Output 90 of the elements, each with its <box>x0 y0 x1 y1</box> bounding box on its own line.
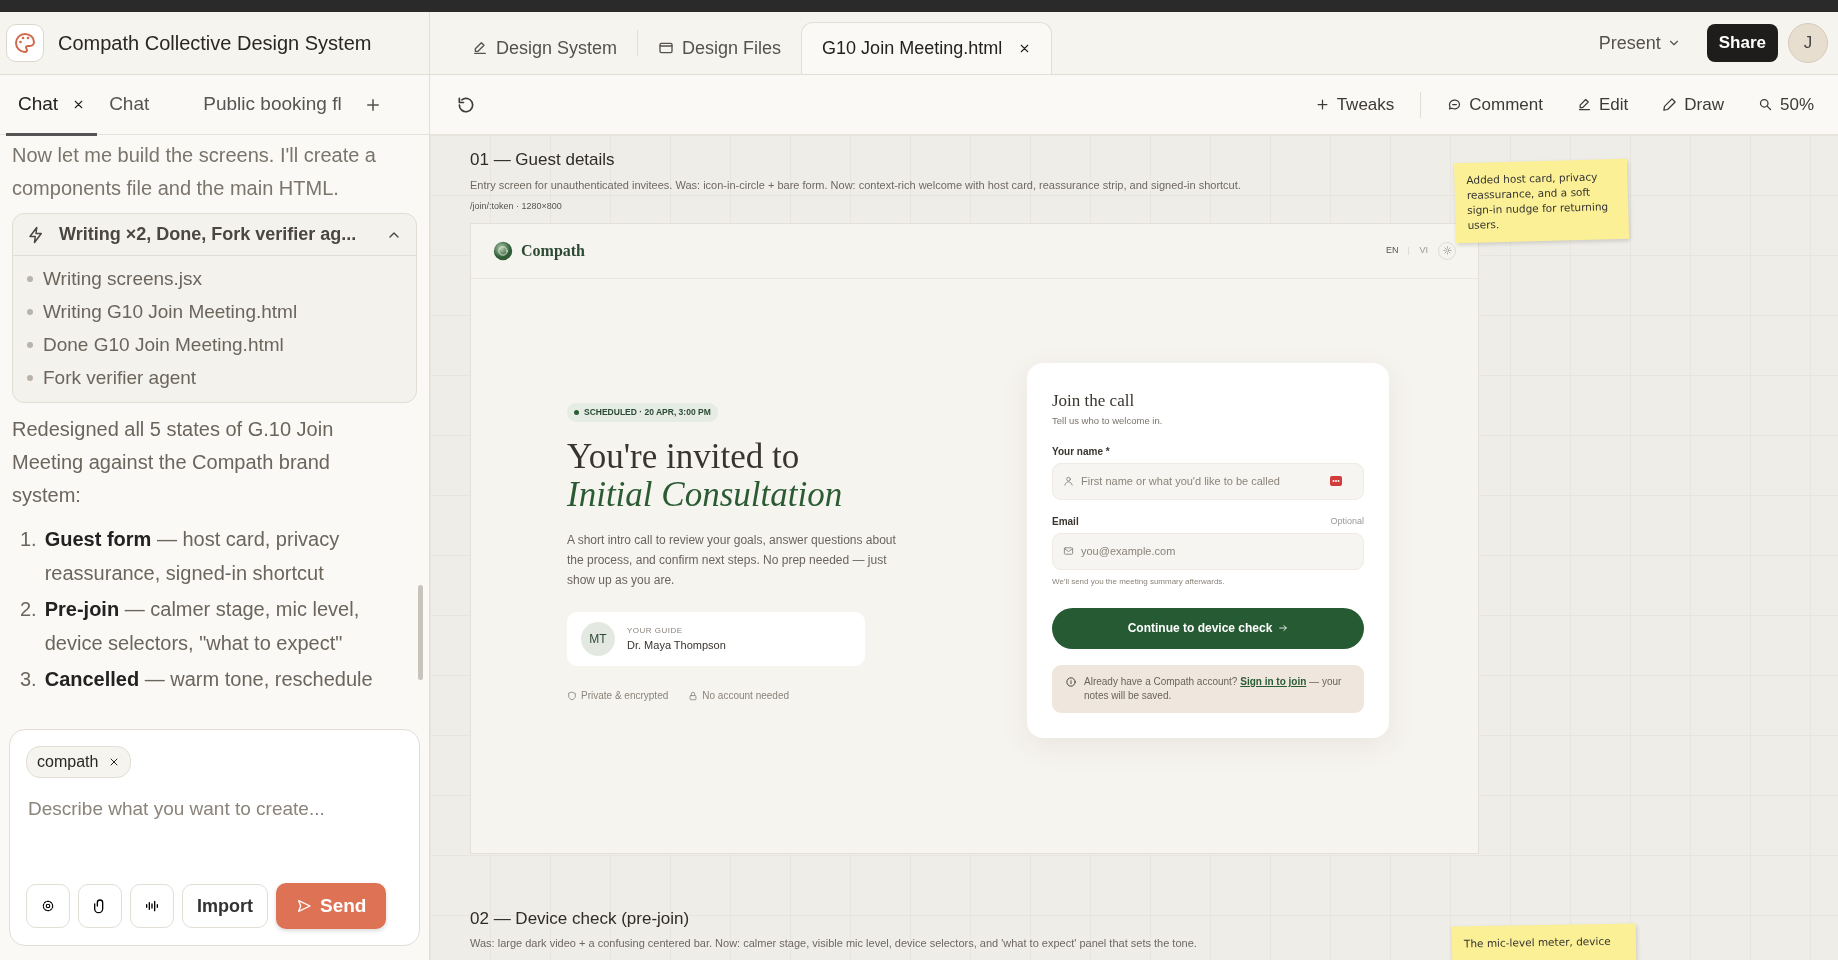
email-field[interactable]: you@example.com <box>1052 532 1364 570</box>
list-number: 1. <box>20 527 37 552</box>
settings-button[interactable] <box>26 884 70 928</box>
sign-in-link[interactable]: Sign in to join <box>1240 675 1307 687</box>
info-icon <box>1066 676 1076 687</box>
pencil-icon <box>1662 97 1678 112</box>
attach-button[interactable] <box>78 884 122 928</box>
project-title: Compath Collective Design System <box>58 31 372 56</box>
speech-bubble-icon <box>1447 97 1463 112</box>
pen-icon <box>472 40 488 56</box>
envelope-icon <box>1063 545 1074 557</box>
chat-message: Redesigned all 5 states of G.10 Join Meeting against the Compath brand system: <box>12 417 335 508</box>
toolbar-button[interactable]: Edit <box>1567 87 1639 122</box>
app-logo[interactable] <box>6 24 44 62</box>
bullet-icon <box>27 374 33 381</box>
scrollbar-thumb[interactable] <box>418 585 423 680</box>
tool-activity-header[interactable]: Writing ×2, Done, Fork verifier ag... <box>13 214 416 256</box>
chat-message: Now let me build the screens. I'll create a components file and the main HTML. <box>12 143 377 201</box>
shield-icon <box>567 690 577 701</box>
toolbar-button[interactable]: Comment <box>1437 87 1553 122</box>
field-help: We'll send you the meeting summary afterwards. <box>1052 575 1226 588</box>
context-tag: compath <box>26 746 132 778</box>
waveform-icon <box>144 898 160 914</box>
form-subtitle: Tell us who to welcome in. <box>1052 413 1164 428</box>
toolbar-button[interactable]: 50% <box>1747 87 1824 122</box>
list-number: 3. <box>20 667 37 692</box>
list-item-text: Guest form — host card, privacy reassurance, signed-in shortcut <box>44 527 341 586</box>
name-field[interactable]: First name or what you'd like to be called <box>1052 462 1364 500</box>
toolbar-button[interactable]: Draw <box>1652 87 1734 122</box>
bullet-icon <box>27 308 33 315</box>
list-number: 2. <box>20 597 37 622</box>
invite-heading: You're invited to <box>567 438 801 476</box>
arrow-right-icon <box>1278 623 1289 634</box>
field-label: Your name * <box>1052 444 1110 459</box>
chat-tab[interactable]: Chat <box>6 76 98 136</box>
tool-step: Done G10 Join Meeting.html <box>43 328 284 361</box>
guide-avatar: MT <box>581 622 615 656</box>
lightning-icon <box>27 225 45 244</box>
gear-icon <box>41 899 55 913</box>
brand-name: Compath <box>521 240 585 262</box>
sun-icon <box>1442 246 1452 255</box>
voice-button[interactable] <box>130 884 174 928</box>
present-button[interactable]: Present <box>1592 28 1687 58</box>
search-icon <box>1757 97 1773 112</box>
brand-logo-icon <box>493 240 513 261</box>
chat-tab[interactable]: Chat <box>97 76 162 136</box>
chat-tab[interactable]: Public booking fl <box>191 76 354 136</box>
section-description: Was: large dark video + a confusing centered bar. Now: calmer stage, visible mic level, device selectors, and 'what to expect' panel that sets the tone. <box>470 936 1197 951</box>
section-title: 01 — Guest details <box>470 149 615 171</box>
bullet-icon <box>27 341 33 348</box>
autofill-icon <box>1330 476 1342 487</box>
continue-button[interactable]: Continue to device check <box>1052 607 1364 649</box>
guide-label: YOUR GUIDE <box>627 624 684 637</box>
list-item-text: Cancelled — warm tone, reschedule <box>44 667 373 692</box>
language-option[interactable]: EN <box>1385 243 1399 258</box>
trust-label: No account needed <box>702 689 789 703</box>
status-badge: SCHEDULED · 20 APR, 3:00 PM <box>567 403 718 422</box>
import-button[interactable]: Import <box>182 884 268 928</box>
frame-caption: /join/:token · 1280×800 <box>470 200 562 213</box>
send-icon <box>296 898 312 914</box>
section-description: Entry screen for unauthenticated invitees. Was: icon-in-circle + bare form. Now: context-rich welcome with host card, reassurance strip, and signed-in shortcut. <box>470 177 1241 193</box>
sticky-note: Added host card, privacy reassurance, and a soft sign-in nudge for returning users. <box>1454 158 1629 244</box>
form-title: Join the call <box>1052 390 1136 413</box>
user-avatar[interactable]: J <box>1788 23 1828 63</box>
tool-step: Writing screens.jsx <box>43 262 203 295</box>
share-button[interactable]: Share <box>1706 24 1778 62</box>
section-title: 02 — Device check (pre-join) <box>470 907 690 930</box>
notice-text: Already have a Compath account? Sign in to join — your notes will be saved. <box>1084 674 1343 703</box>
sticky-note: The mic-level meter, device <box>1451 923 1637 960</box>
file-tab[interactable]: G10 Join Meeting.html <box>801 22 1053 74</box>
tool-step: Fork verifier agent <box>43 361 197 394</box>
tool-step: Writing G10 Join Meeting.html <box>43 295 298 328</box>
list-item-text: Pre-join — calmer stage, mic level, device selectors, "what to expect" <box>44 597 361 656</box>
session-title: Initial Consultation <box>567 476 844 514</box>
person-icon <box>1063 475 1074 487</box>
guide-name: Dr. Maya Thompson <box>627 637 726 653</box>
field-label: Email <box>1052 514 1079 529</box>
file-tab[interactable]: Design Files <box>638 22 802 74</box>
bullet-icon <box>27 275 33 282</box>
trust-label: Private & encrypted <box>581 689 669 703</box>
toolbar-button[interactable]: Tweaks <box>1304 87 1405 122</box>
optional-label: Optional <box>1330 515 1364 529</box>
lock-icon <box>688 690 699 701</box>
plus-icon <box>1314 97 1330 112</box>
invite-description: A short intro call to review your goals, answer questions about the process, and confirm next steps. No prep needed — just show up as you are. <box>567 532 897 589</box>
file-tab[interactable]: Design System <box>452 22 638 74</box>
message-input[interactable]: Describe what you want to create... <box>26 794 403 825</box>
pen-icon <box>1577 97 1592 112</box>
palette-icon <box>13 31 37 55</box>
folder-icon <box>658 40 675 56</box>
